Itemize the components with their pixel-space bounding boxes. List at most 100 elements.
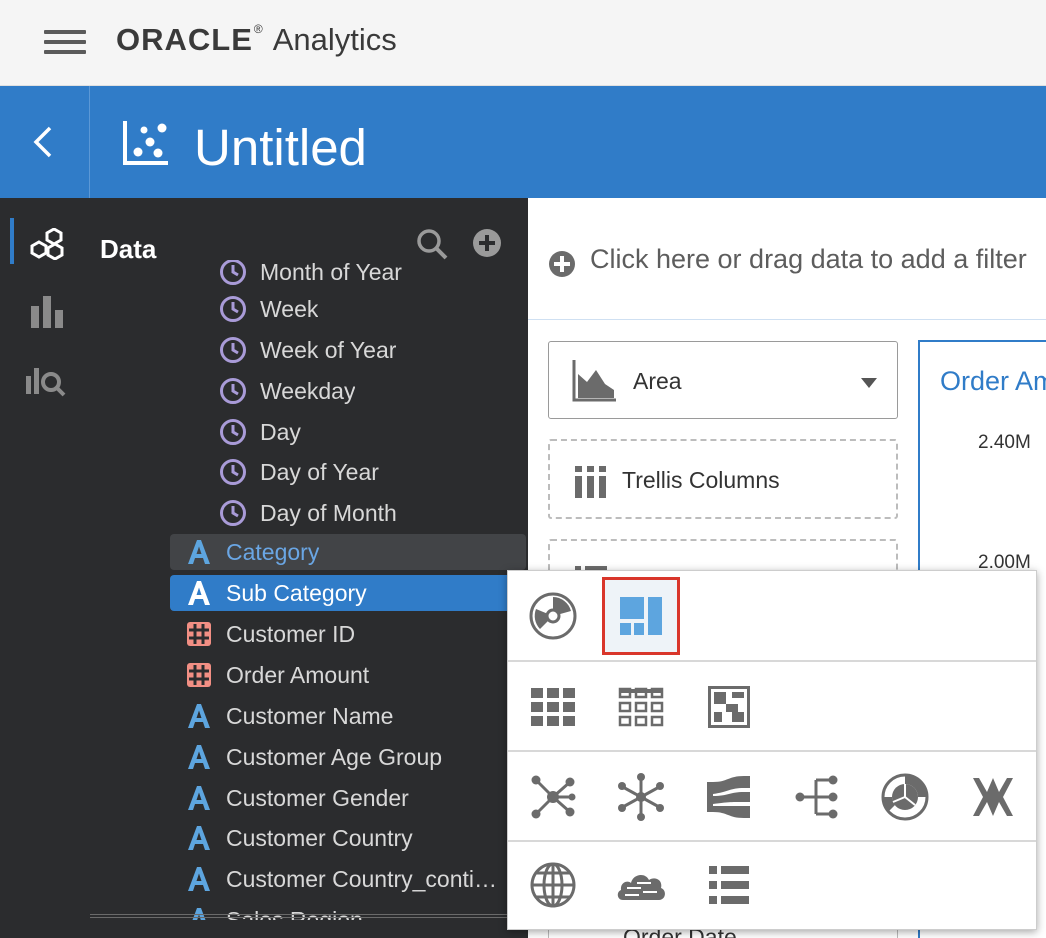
hamburger-menu-icon[interactable] [44, 28, 88, 56]
data-item-week[interactable]: Week [218, 291, 318, 327]
data-item-label: Customer Gender [226, 784, 409, 811]
chord-network-icon[interactable] [602, 758, 680, 836]
clock-icon [218, 260, 248, 287]
data-item-label: Customer Name [226, 702, 394, 729]
data-panel: Data Month of Year Week Week of Year Wee… [90, 198, 528, 938]
filter-bar[interactable]: Click here or drag data to add a filter [528, 198, 1046, 320]
sankey-icon[interactable] [690, 758, 768, 836]
list-icon[interactable] [690, 846, 768, 924]
palette-row [508, 752, 1036, 842]
data-item-label: Day of Year [260, 458, 379, 485]
table-grid-icon[interactable] [602, 668, 680, 746]
measure-hash-icon [184, 619, 214, 649]
data-item-label: Customer Country_conti… [226, 865, 497, 892]
performance-tile-icon[interactable] [514, 577, 592, 655]
y-axis-tick: 2.40M [978, 432, 1031, 453]
clock-icon [218, 498, 248, 528]
brand-registered: ® [253, 22, 263, 36]
attribute-icon [184, 578, 214, 608]
brand-logo: ORACLE® Analytics [116, 22, 397, 58]
clock-icon [218, 417, 248, 447]
data-item-customer-gender[interactable]: Customer Gender [184, 780, 409, 816]
data-item-day[interactable]: Day [218, 414, 301, 450]
viz-type-label: Area [633, 368, 682, 394]
sunburst-icon[interactable] [866, 758, 944, 836]
search-icon[interactable] [416, 228, 448, 260]
area-chart-icon [572, 360, 616, 402]
data-item-label: Sub Category [226, 579, 367, 606]
measure-hash-icon [184, 660, 214, 690]
rail-active-indicator [10, 218, 14, 264]
project-title[interactable]: Untitled [194, 118, 367, 177]
app-header: ORACLE® Analytics [0, 0, 1046, 86]
data-item-label: Week of Year [260, 336, 397, 363]
attribute-icon [184, 783, 214, 813]
data-item-customer-age-group[interactable]: Customer Age Group [184, 739, 442, 775]
attribute-icon [184, 701, 214, 731]
viz-title: Order Amount [940, 366, 1046, 396]
chevron-left-icon [33, 126, 52, 158]
trellis-columns-icon [575, 466, 606, 498]
data-item-label: Customer ID [226, 620, 356, 647]
parallel-coordinates-icon[interactable] [954, 758, 1032, 836]
data-item-label: Month of Year [260, 260, 402, 285]
data-item-label: Day [260, 418, 301, 445]
attribute-icon [184, 864, 214, 894]
attribute-icon [184, 537, 214, 567]
clock-icon [218, 376, 248, 406]
palette-row [508, 571, 1036, 662]
attribute-icon [184, 823, 214, 853]
clock-icon [218, 457, 248, 487]
data-item-label: Category [226, 538, 320, 565]
data-item-category[interactable]: Category [170, 534, 526, 570]
data-item-customer-name[interactable]: Customer Name [184, 698, 393, 734]
dropzone-label: Trellis Columns [622, 467, 780, 493]
network-icon[interactable] [514, 758, 592, 836]
clock-icon [218, 335, 248, 365]
add-data-icon[interactable] [472, 228, 502, 258]
data-item-customer-country[interactable]: Customer Country [184, 820, 413, 856]
analytics-magnifier-icon[interactable] [24, 364, 68, 400]
data-item-label: Day of Month [260, 499, 397, 526]
data-item-day-of-month[interactable]: Day of Month [218, 495, 397, 531]
data-item-week-of-year[interactable]: Week of Year [218, 332, 396, 368]
treemap-icon[interactable] [690, 668, 768, 746]
data-item-label: Order Amount [226, 661, 370, 688]
project-scatter-icon [123, 121, 168, 165]
dropzone-trellis-columns[interactable]: Trellis Columns [548, 439, 898, 519]
nav-rail [0, 198, 90, 938]
attribute-icon [184, 742, 214, 772]
data-item-order-amount[interactable]: Order Amount [184, 657, 369, 693]
data-panel-scrollbar[interactable] [90, 914, 528, 918]
viz-type-select[interactable]: Area [548, 341, 898, 419]
brand-oracle: ORACLE [116, 22, 253, 57]
data-element-tree: Month of Year Week Week of Year Weekday … [90, 260, 528, 920]
map-globe-icon[interactable] [514, 846, 592, 924]
data-item-sub-category[interactable]: Sub Category [170, 575, 528, 611]
data-item-month-of-year[interactable]: Month of Year [218, 260, 402, 290]
visualizations-bar-icon[interactable] [30, 296, 64, 328]
tag-cloud-icon[interactable] [602, 846, 680, 924]
palette-row [508, 842, 1036, 929]
data-item-customer-id[interactable]: Customer ID [184, 616, 355, 652]
data-item-label: Customer Country [226, 824, 413, 851]
viz-type-palette [507, 570, 1037, 930]
data-item-weekday[interactable]: Weekday [218, 373, 355, 409]
back-button[interactable] [0, 86, 90, 198]
data-hexagons-icon[interactable] [30, 228, 64, 260]
data-item-day-of-year[interactable]: Day of Year [218, 454, 379, 490]
tile-layout-icon[interactable] [602, 577, 680, 655]
project-titlebar: Untitled [0, 86, 1046, 198]
filter-prompt[interactable]: Click here or drag data to add a filter [590, 244, 1027, 275]
brand-product: Analytics [272, 22, 397, 57]
data-item-label: Weekday [260, 377, 356, 404]
tree-diagram-icon[interactable] [778, 758, 856, 836]
chevron-down-icon [861, 378, 877, 388]
data-item-label: Customer Age Group [226, 743, 443, 770]
heat-grid-icon[interactable] [514, 668, 592, 746]
clock-icon [218, 294, 248, 324]
add-filter-icon[interactable] [548, 250, 576, 278]
palette-row [508, 662, 1036, 752]
data-item-label: Week [260, 295, 319, 322]
data-item-customer-country-continent[interactable]: Customer Country_conti… [184, 861, 514, 897]
